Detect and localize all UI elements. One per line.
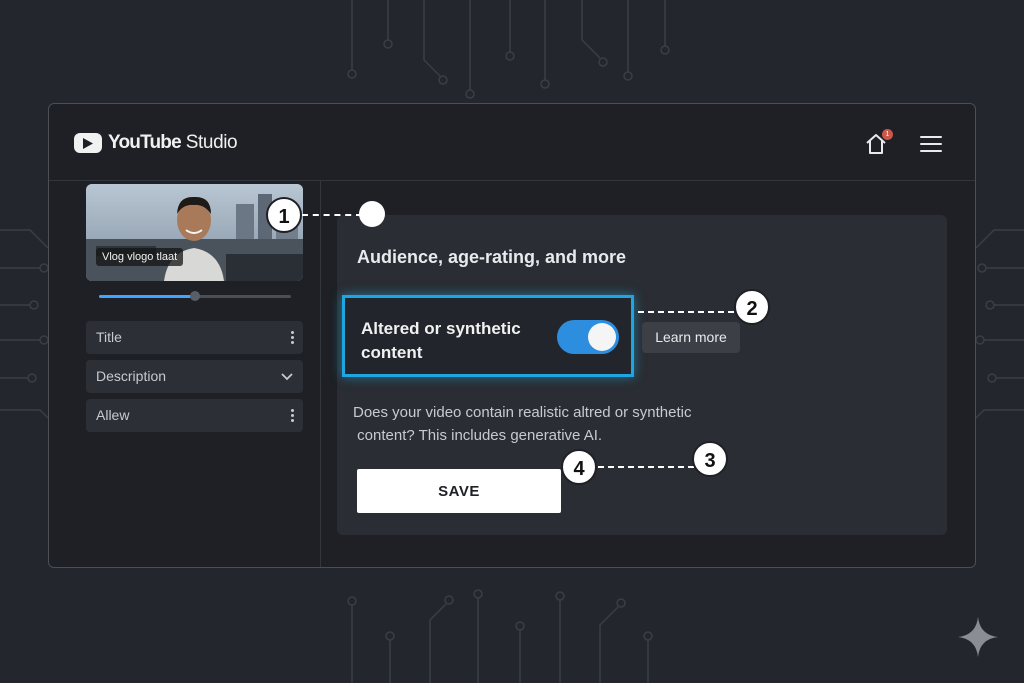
callout-line-3 <box>598 466 694 468</box>
description-line2: content? This includes generative AI. <box>357 427 603 444</box>
youtube-studio-logo[interactable]: YouTube Studio <box>74 132 238 154</box>
callout-line-2 <box>638 311 734 313</box>
app-header: YouTube Studio 1 <box>49 104 975 181</box>
menu-icon-bar <box>920 143 942 145</box>
description-line1: Does your video contain realistic altred… <box>353 404 692 421</box>
altered-content-setting: Altered or synthetic content <box>342 295 634 377</box>
brand-name: YouTube Studio <box>108 132 238 154</box>
callout-marker-4: 4 <box>561 449 597 485</box>
sparkle-icon <box>958 617 998 657</box>
studio-window: YouTube Studio 1 Vlog vlogo tlaat Title … <box>48 103 976 568</box>
callout-line-1 <box>302 214 362 216</box>
youtube-play-icon <box>74 133 102 153</box>
video-thumbnail[interactable]: Vlog vlogo tlaat <box>86 184 303 281</box>
audience-panel: Audience, age-rating, and more Altered o… <box>337 215 947 535</box>
allew-field-label: Allew <box>96 407 130 423</box>
description-field-label: Description <box>96 368 167 384</box>
more-options-icon[interactable] <box>291 409 294 424</box>
thumbnail-caption: Vlog vlogo tlaat <box>96 248 184 266</box>
callout-marker-2: 2 <box>734 289 770 325</box>
home-button[interactable]: 1 <box>864 129 893 158</box>
thumbnail-image <box>86 184 303 281</box>
brand-main: YouTube <box>108 132 182 153</box>
panel-title: Audience, age-rating, and more <box>357 247 627 267</box>
save-button[interactable]: SAVE <box>357 469 561 513</box>
menu-icon-bar <box>920 150 942 152</box>
progress-fill <box>99 295 195 298</box>
sidebar: Vlog vlogo tlaat Title Description Allew <box>49 181 321 567</box>
altered-content-label-line2: content <box>361 343 423 362</box>
chevron-down-icon[interactable] <box>279 368 295 384</box>
toggle-knob <box>588 323 616 351</box>
more-options-icon[interactable] <box>291 331 294 346</box>
callout-marker-1: 1 <box>266 197 302 233</box>
menu-icon-bar <box>920 136 942 138</box>
notification-badge: 1 <box>882 129 893 140</box>
title-field-label: Title <box>96 329 122 345</box>
learn-more-button[interactable]: Learn more <box>642 322 740 353</box>
callout-marker-3: 3 <box>692 441 728 477</box>
altered-content-toggle[interactable] <box>557 320 619 354</box>
altered-content-label-line1: Altered or synthetic <box>361 319 521 338</box>
brand-sub: Studio <box>185 132 238 153</box>
callout-endpoint-1 <box>359 201 385 227</box>
description-field[interactable]: Description <box>86 360 303 393</box>
video-progress-bar[interactable] <box>99 291 291 301</box>
menu-button[interactable] <box>920 136 942 154</box>
altered-content-description: Does your video contain realistic altred… <box>353 401 753 447</box>
allew-field[interactable]: Allew <box>86 399 303 432</box>
altered-content-label: Altered or synthetic content <box>361 317 521 365</box>
title-field[interactable]: Title <box>86 321 303 354</box>
progress-handle[interactable] <box>190 291 200 301</box>
